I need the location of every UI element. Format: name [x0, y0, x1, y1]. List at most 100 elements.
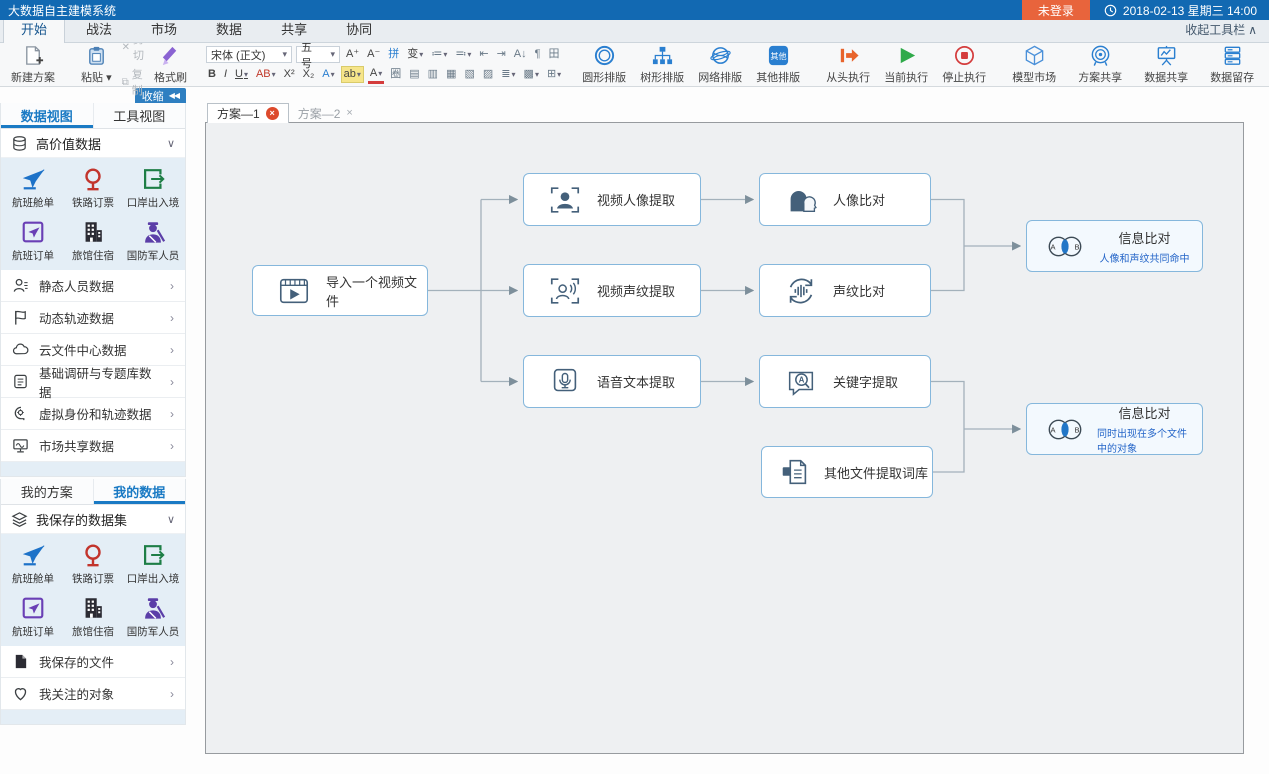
flow-node-speech-text-extract[interactable]: 语音文本提取	[523, 355, 701, 408]
circle-layout-button[interactable]: 圆形排版	[575, 42, 633, 87]
flow-node-import-video[interactable]: 导入一个视频文件	[252, 265, 428, 316]
shading-button[interactable]: ▩▾	[522, 67, 541, 82]
flow-node-voiceprint-compare[interactable]: 声纹比对	[759, 264, 931, 317]
subscript-button[interactable]: X₂	[301, 67, 317, 82]
superscript-button[interactable]: X²	[282, 67, 297, 82]
close-tab-icon[interactable]: ×	[266, 107, 279, 120]
dataset-rail-ticket[interactable]: 铁路订票	[63, 542, 123, 586]
dataset-hotel-stay[interactable]: 旅馆住宿	[63, 595, 123, 639]
network-layout-button[interactable]: 网络排版	[691, 42, 749, 87]
datetime-text: 2018-02-13 星期三 14:00	[1123, 2, 1257, 19]
plane-ticket-icon	[20, 595, 46, 621]
data-share-button[interactable]: 数据共享	[1137, 42, 1195, 87]
stop-run-button[interactable]: 停止执行	[935, 42, 993, 87]
row-virtual-identity-data[interactable]: 虚拟身份和轨迹数据 ›	[1, 398, 185, 430]
section-my-saved-datasets[interactable]: 我保存的数据集 ∨	[1, 505, 185, 534]
flow-node-info-compare-2[interactable]: 信息比对 同时出现在多个文件中的对象	[1026, 403, 1203, 455]
dataset-military-personnel[interactable]: 国防军人员	[123, 219, 183, 263]
justify-button[interactable]: ▧	[462, 67, 476, 82]
bullets-button[interactable]: ≔▾	[429, 47, 449, 62]
tab-my-data[interactable]: 我的数据	[94, 479, 186, 504]
highlight-button[interactable]: ab▾	[341, 66, 364, 83]
soldier-icon	[140, 219, 166, 245]
dataset-flight-manifest[interactable]: 航班舱单	[3, 542, 63, 586]
numbering-button[interactable]: ≕▾	[453, 47, 473, 62]
app-title: 大数据自主建模系统	[0, 2, 116, 19]
run-from-start-button[interactable]: 从头执行	[819, 42, 877, 87]
row-my-saved-files[interactable]: 我保存的文件 ›	[1, 646, 185, 678]
sort-button[interactable]: A↓	[512, 47, 529, 62]
char-border-button[interactable]: AB▾	[254, 67, 278, 82]
flow-node-video-face-extract[interactable]: 视频人像提取	[523, 173, 701, 226]
paste-button[interactable]: 粘贴 ▾	[74, 42, 119, 87]
pilcrow-button[interactable]: ¶	[533, 47, 543, 62]
svg-text:其他: 其他	[770, 51, 786, 61]
shrink-font-button[interactable]: A⁻	[365, 47, 382, 62]
model-market-button[interactable]: 模型市场	[1005, 42, 1063, 87]
titlebar-right: 未登录 2018-02-13 星期三 14:00	[1022, 0, 1269, 20]
bold-button[interactable]: B	[206, 67, 218, 82]
circle-layout-icon	[593, 44, 616, 67]
dataset-flight-order[interactable]: 航班订单	[3, 595, 63, 639]
dataset-border-entry[interactable]: 口岸出入境	[123, 166, 183, 210]
tree-layout-button[interactable]: 树形排版	[633, 42, 691, 87]
plan-tab-2[interactable]: 方案—2 ×	[289, 103, 362, 123]
row-market-shared-data[interactable]: 市场共享数据 ›	[1, 430, 185, 462]
font-name-select[interactable]: 宋体 (正文) ▾	[206, 46, 292, 63]
dataset-military-personnel[interactable]: 国防军人员	[123, 595, 183, 639]
wordart-button[interactable]: A▾	[320, 67, 336, 82]
dataset-border-entry[interactable]: 口岸出入境	[123, 542, 183, 586]
change-case-button[interactable]: 变▾	[405, 47, 425, 62]
underline-button[interactable]: U▾	[233, 67, 250, 82]
align-center-button[interactable]: ▥	[426, 67, 440, 82]
phonetic-button[interactable]: 拼	[386, 47, 401, 62]
row-dynamic-track-data[interactable]: 动态轨迹数据 ›	[1, 302, 185, 334]
row-survey-thematic-data[interactable]: 基础调研与专题库数据 ›	[1, 366, 185, 398]
align-right-button[interactable]: ▦	[444, 67, 458, 82]
grow-font-button[interactable]: A⁺	[344, 47, 361, 62]
menu-bar: 开始 战法 市场 数据 共享 协同 收起工具栏 ∧	[0, 20, 1269, 43]
plan-tab-1[interactable]: 方案—1 ×	[207, 103, 289, 123]
flow-node-video-voiceprint-extract[interactable]: 视频声纹提取	[523, 264, 701, 317]
borders-button[interactable]: ⊞▾	[545, 67, 563, 82]
font-size-select[interactable]: 五号 ▾	[296, 46, 340, 63]
data-retention-button[interactable]: 数据留存	[1203, 42, 1261, 87]
row-static-person-data[interactable]: 静态人员数据 ›	[1, 270, 185, 302]
dataset-flight-manifest[interactable]: 航班舱单	[3, 166, 63, 210]
plane-icon	[20, 166, 46, 192]
new-plan-button[interactable]: 新建方案	[4, 42, 62, 87]
close-tab-icon[interactable]: ×	[346, 107, 352, 119]
flow-node-keyword-extract[interactable]: 关键字提取	[759, 355, 931, 408]
font-color-button[interactable]: A▾	[368, 66, 384, 84]
outdent-button[interactable]: ⇤	[477, 47, 490, 62]
format-painter-button[interactable]: 格式刷	[147, 42, 194, 87]
row-my-followed-objects[interactable]: 我关注的对象 ›	[1, 678, 185, 710]
tab-tool-view[interactable]: 工具视图	[94, 103, 186, 128]
table-button[interactable]: 田	[547, 47, 562, 62]
collapse-toolbar-button[interactable]: 收起工具栏 ∧	[1185, 21, 1269, 42]
distribute-button[interactable]: ▨	[481, 67, 495, 82]
run-current-button[interactable]: 当前执行	[877, 42, 935, 87]
enclose-button[interactable]: 圈	[388, 67, 403, 82]
dataset-flight-order[interactable]: 航班订单	[3, 219, 63, 263]
flow-node-face-compare[interactable]: 人像比对	[759, 173, 931, 226]
flow-node-info-compare-1[interactable]: 信息比对 人像和声纹共同命中	[1026, 220, 1203, 272]
panel-footer	[1, 462, 185, 476]
copy-button[interactable]: ⧉ 复制	[119, 66, 147, 98]
align-left-button[interactable]: ▤	[407, 67, 421, 82]
italic-button[interactable]: I	[222, 67, 229, 82]
login-status-badge[interactable]: 未登录	[1022, 0, 1090, 20]
indent-button[interactable]: ⇥	[495, 47, 508, 62]
plan-share-button[interactable]: 方案共享	[1071, 42, 1129, 87]
flow-node-other-file-lexicon[interactable]: 其他文件提取词库	[761, 446, 933, 498]
dataset-rail-ticket[interactable]: 铁路订票	[63, 166, 123, 210]
section-high-value-data[interactable]: 高价值数据 ∨	[1, 129, 185, 158]
tab-data-view[interactable]: 数据视图	[1, 103, 94, 128]
dataset-hotel-stay[interactable]: 旅馆住宿	[63, 219, 123, 263]
line-spacing-button[interactable]: ≣▾	[499, 67, 517, 82]
tab-my-plans[interactable]: 我的方案	[1, 479, 94, 504]
other-layout-button[interactable]: 其他 其他排版	[749, 42, 807, 87]
cube-outline-icon	[1023, 44, 1046, 67]
model-canvas[interactable]: 导入一个视频文件 视频人像提取 视频声纹提取 语音文本提取 人像比对 声纹比对 …	[205, 122, 1244, 754]
row-cloud-file-data[interactable]: 云文件中心数据 ›	[1, 334, 185, 366]
